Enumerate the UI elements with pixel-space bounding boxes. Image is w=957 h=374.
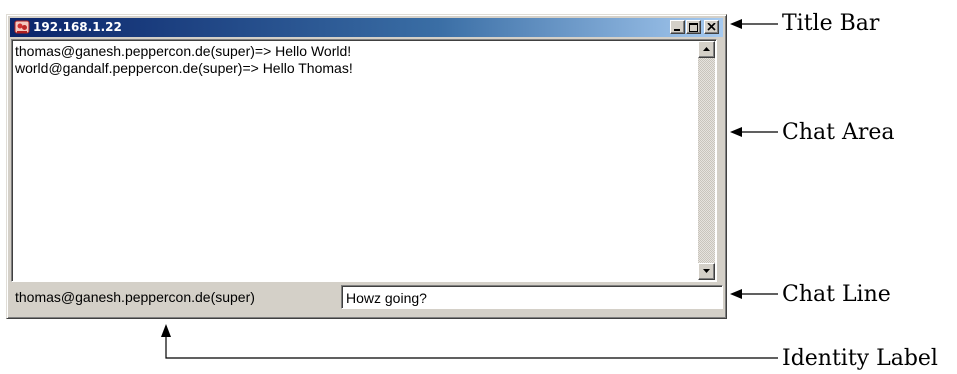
chat-area-annotation: Chat Area	[782, 120, 895, 145]
identity-label-annotation: Identity Label	[782, 346, 938, 371]
identity-label-pointer	[165, 334, 778, 359]
callout-arrows	[161, 19, 778, 359]
title-bar-annotation: Title Bar	[782, 11, 880, 36]
chat-line-annotation: Chat Line	[782, 282, 891, 307]
